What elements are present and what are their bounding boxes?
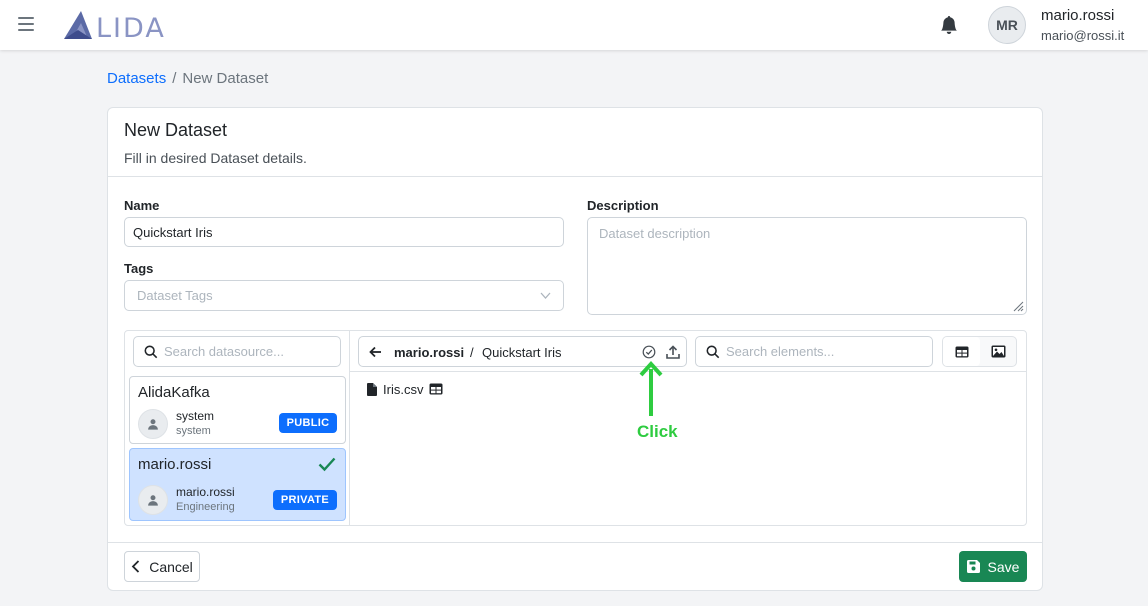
file-browser-panel: mario.rossi / Quickstart Iris Search ele… (350, 331, 1026, 525)
person-icon (138, 485, 168, 515)
floppy-disk-icon (966, 560, 980, 573)
image-icon (991, 345, 1006, 358)
tags-placeholder: Dataset Tags (137, 288, 213, 303)
search-icon (144, 345, 158, 359)
datasource-browser: Search datasource... AlidaKafka system s… (124, 330, 1027, 526)
person-icon (138, 409, 168, 439)
datasource-group: Engineering (176, 501, 235, 513)
breadcrumb-current: New Dataset (182, 70, 269, 87)
datasource-name: mario.rossi (138, 456, 212, 473)
datasource-card[interactable]: AlidaKafka system system PUBLIC (129, 376, 346, 444)
name-input[interactable]: Quickstart Iris (124, 217, 564, 247)
header-divider (108, 176, 1042, 177)
public-badge: PUBLIC (279, 413, 337, 433)
top-navbar: LIDA MR mario.rossi mario@rossi.it (0, 0, 1148, 50)
page-title: New Dataset (124, 120, 228, 140)
path-separator: / (470, 345, 474, 360)
alida-logo[interactable]: LIDA (64, 8, 176, 42)
resize-handle-icon[interactable] (1012, 300, 1024, 312)
user-email: mario@rossi.it (1041, 28, 1125, 43)
save-button[interactable]: Save (959, 551, 1027, 582)
check-circle-icon[interactable] (642, 345, 656, 359)
description-placeholder: Dataset description (599, 226, 711, 241)
datasource-name: AlidaKafka (138, 384, 210, 401)
search-icon (706, 345, 720, 359)
save-label: Save (987, 558, 1020, 575)
element-search-placeholder: Search elements... (726, 344, 835, 359)
chevron-left-icon (131, 560, 140, 573)
breadcrumb: Datasets / New Dataset (107, 70, 268, 87)
checkmark-icon (318, 457, 336, 472)
table-icon (955, 346, 968, 357)
breadcrumb-datasets-link[interactable]: Datasets (107, 70, 166, 87)
arrow-left-icon[interactable] (369, 346, 382, 358)
footer-divider (108, 542, 1042, 543)
name-label: Name (124, 198, 160, 213)
table-icon[interactable] (429, 383, 443, 395)
description-textarea[interactable]: Dataset description (587, 217, 1027, 315)
user-avatar[interactable]: MR (988, 6, 1026, 44)
file-item[interactable]: Iris.csv (367, 380, 443, 398)
page-subtitle: Fill in desired Dataset details. (124, 150, 307, 166)
description-label: Description (587, 198, 659, 213)
image-view-button[interactable] (980, 337, 1017, 366)
notification-bell-icon[interactable] (940, 15, 958, 34)
datasource-group: system (176, 425, 211, 437)
table-view-button[interactable] (943, 337, 980, 366)
path-current-folder: Quickstart Iris (482, 345, 562, 360)
datasource-search-placeholder: Search datasource... (164, 344, 284, 359)
tags-select[interactable]: Dataset Tags (124, 280, 564, 311)
tags-label: Tags (124, 261, 154, 276)
cancel-label: Cancel (149, 558, 193, 575)
file-icon (367, 382, 377, 396)
view-toggle (942, 336, 1017, 367)
element-search-input[interactable]: Search elements... (695, 336, 933, 367)
datasource-search-input[interactable]: Search datasource... (133, 336, 341, 367)
datasource-list-panel: Search datasource... AlidaKafka system s… (125, 331, 350, 525)
user-name[interactable]: mario.rossi (1041, 7, 1114, 24)
chevron-down-icon (540, 292, 551, 299)
annotation-label: Click (637, 422, 678, 441)
cancel-button[interactable]: Cancel (124, 551, 200, 582)
file-name: Iris.csv (383, 381, 424, 397)
upload-icon[interactable] (666, 344, 680, 359)
annotation-arrow-icon (639, 361, 663, 416)
datasource-owner: system (176, 409, 215, 423)
logo-text: LIDA (96, 13, 166, 42)
toolbar-divider (350, 371, 1026, 372)
new-dataset-card: New Dataset Fill in desired Dataset deta… (107, 107, 1043, 591)
private-badge: PRIVATE (273, 490, 337, 510)
path-owner[interactable]: mario.rossi (394, 345, 464, 360)
datasource-card-selected[interactable]: mario.rossi mario.rossi Engineering PRIV… (129, 448, 346, 521)
datasource-owner: mario.rossi (176, 485, 235, 499)
menu-icon[interactable] (18, 17, 34, 31)
breadcrumb-separator: / (172, 70, 177, 87)
